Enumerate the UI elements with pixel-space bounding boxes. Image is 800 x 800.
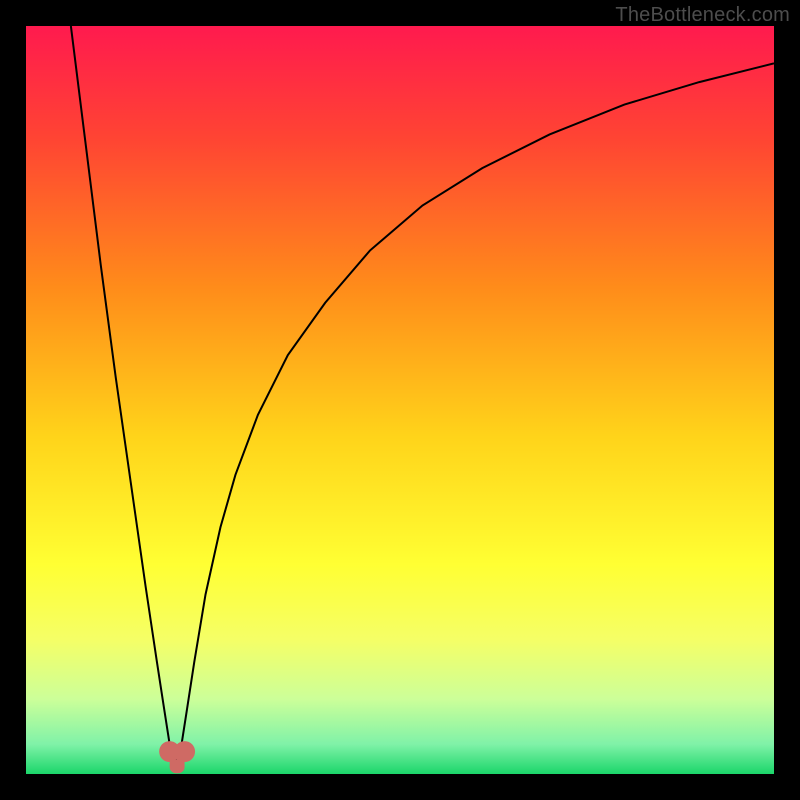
chart-plot-area [26,26,774,774]
trough-right [174,741,195,762]
watermark-text: TheBottleneck.com [615,4,790,27]
chart-svg [26,26,774,774]
chart-frame: TheBottleneck.com [0,0,800,800]
chart-background [26,26,774,774]
